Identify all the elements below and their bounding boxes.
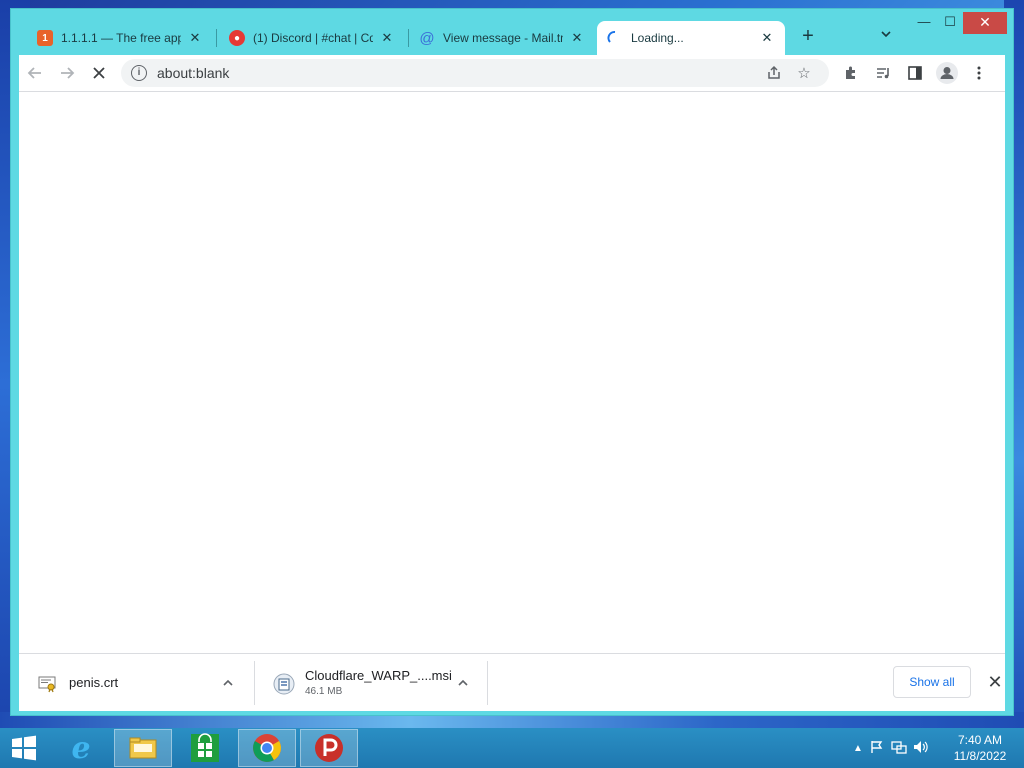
bookmark-star-icon[interactable]: ☆ [789,59,819,87]
extensions-button[interactable] [835,57,867,89]
windows-logo-icon [12,735,36,761]
clock-date: 11/8/2022 [953,749,1007,763]
flag-icon[interactable] [866,740,888,757]
network-icon[interactable] [888,740,910,757]
certificate-file-icon [37,673,57,693]
cloudflare-1111-icon: 1 [37,30,53,46]
minimize-button[interactable]: — [911,12,937,34]
folder-icon [129,737,157,759]
avatar-icon [936,62,958,84]
chevron-up-icon[interactable] [214,669,242,697]
tab-title: View message - Mail.tm [443,31,563,45]
file-explorer-taskbar-button[interactable] [114,729,172,767]
clock-time: 7:40 AM [957,733,1003,747]
tab-1111[interactable]: 1 1.1.1.1 — The free app ✕ [27,21,213,55]
tab-title: 1.1.1.1 — The free app [61,31,181,45]
close-download-bar-button[interactable]: ✕ [981,668,1009,696]
volume-icon[interactable] [910,740,932,757]
chevron-down-icon [881,31,891,38]
tab-mailtm[interactable]: @ View message - Mail.tm ✕ [409,21,595,55]
menu-button[interactable] [963,57,995,89]
psiphon-taskbar-button[interactable] [300,729,358,767]
store-icon [191,733,219,762]
page-content [19,91,1005,653]
profile-button[interactable] [931,57,963,89]
back-button[interactable] [19,57,51,89]
tab-discord[interactable]: ● (1) Discord | #chat | Cd ✕ [219,21,405,55]
download-size: 46.1 MB [305,686,343,697]
discord-icon: ● [229,30,245,46]
tab-strip: 1 1.1.1.1 — The free app ✕ ● (1) Discord… [11,9,1013,55]
browser-window: 1 1.1.1.1 — The free app ✕ ● (1) Discord… [10,8,1014,716]
close-window-button[interactable]: ✕ [963,12,1007,34]
arrow-left-icon [27,67,41,79]
tab-search-button[interactable] [875,25,897,47]
taskbar: e ▲ 7:40 AM 11/8/2022 [0,728,1024,768]
close-tab-icon[interactable]: ✕ [187,30,203,46]
address-bar[interactable]: i about:blank ☆ [121,59,829,87]
download-filename: penis.crt [69,675,119,690]
chrome-taskbar-button[interactable] [238,729,296,767]
close-tab-icon[interactable]: ✕ [759,30,775,46]
url-text[interactable]: about:blank [157,65,759,81]
start-button[interactable] [0,729,48,767]
loading-spinner-icon [607,30,623,46]
new-tab-button[interactable]: + [797,25,819,47]
download-info: Cloudflare_WARP_....msi 46.1 MB [305,668,452,697]
puzzle-icon [846,66,855,79]
download-bar: penis.crt Cloudflare_WARP_....msi 46.1 M… [19,653,1005,711]
tab-separator [216,29,217,47]
installer-file-icon [273,673,295,694]
tab-title: (1) Discord | #chat | Cd [253,31,373,45]
arrow-right-icon [61,67,75,79]
stop-loading-button[interactable] [83,57,115,89]
music-list-icon [877,68,889,79]
tab-loading[interactable]: Loading... ✕ [597,21,785,55]
system-tray: ▲ [850,728,932,768]
show-all-button[interactable]: Show all [893,666,971,698]
side-panel-button[interactable] [899,57,931,89]
tab-title: Loading... [631,31,684,45]
close-tab-icon[interactable]: ✕ [379,30,395,46]
info-icon[interactable]: i [131,65,147,81]
browser-toolbar: i about:blank ☆ [19,55,1005,91]
media-control-button[interactable] [867,57,899,89]
store-taskbar-button[interactable] [176,729,234,767]
kebab-menu-icon [977,66,981,80]
side-panel-icon [908,66,922,80]
chevron-up-icon[interactable] [452,669,475,697]
close-tab-icon[interactable]: ✕ [569,30,585,46]
download-item[interactable]: penis.crt [19,660,255,705]
close-icon [93,67,105,79]
maximize-button[interactable]: ☐ [937,12,963,34]
at-sign-icon: @ [419,29,435,47]
download-item[interactable]: Cloudflare_WARP_....msi 46.1 MB [255,660,488,705]
forward-button[interactable] [51,57,83,89]
chrome-icon [253,734,281,762]
internet-explorer-taskbar-button[interactable]: e [52,729,110,767]
download-filename: Cloudflare_WARP_....msi [305,668,452,683]
internet-explorer-icon: e [71,730,91,766]
taskbar-clock[interactable]: 7:40 AM 11/8/2022 [944,732,1016,764]
psiphon-icon [315,734,343,762]
chevron-up-icon[interactable]: ▲ [850,743,866,754]
download-info: penis.crt [69,675,214,690]
share-icon[interactable] [759,59,789,87]
